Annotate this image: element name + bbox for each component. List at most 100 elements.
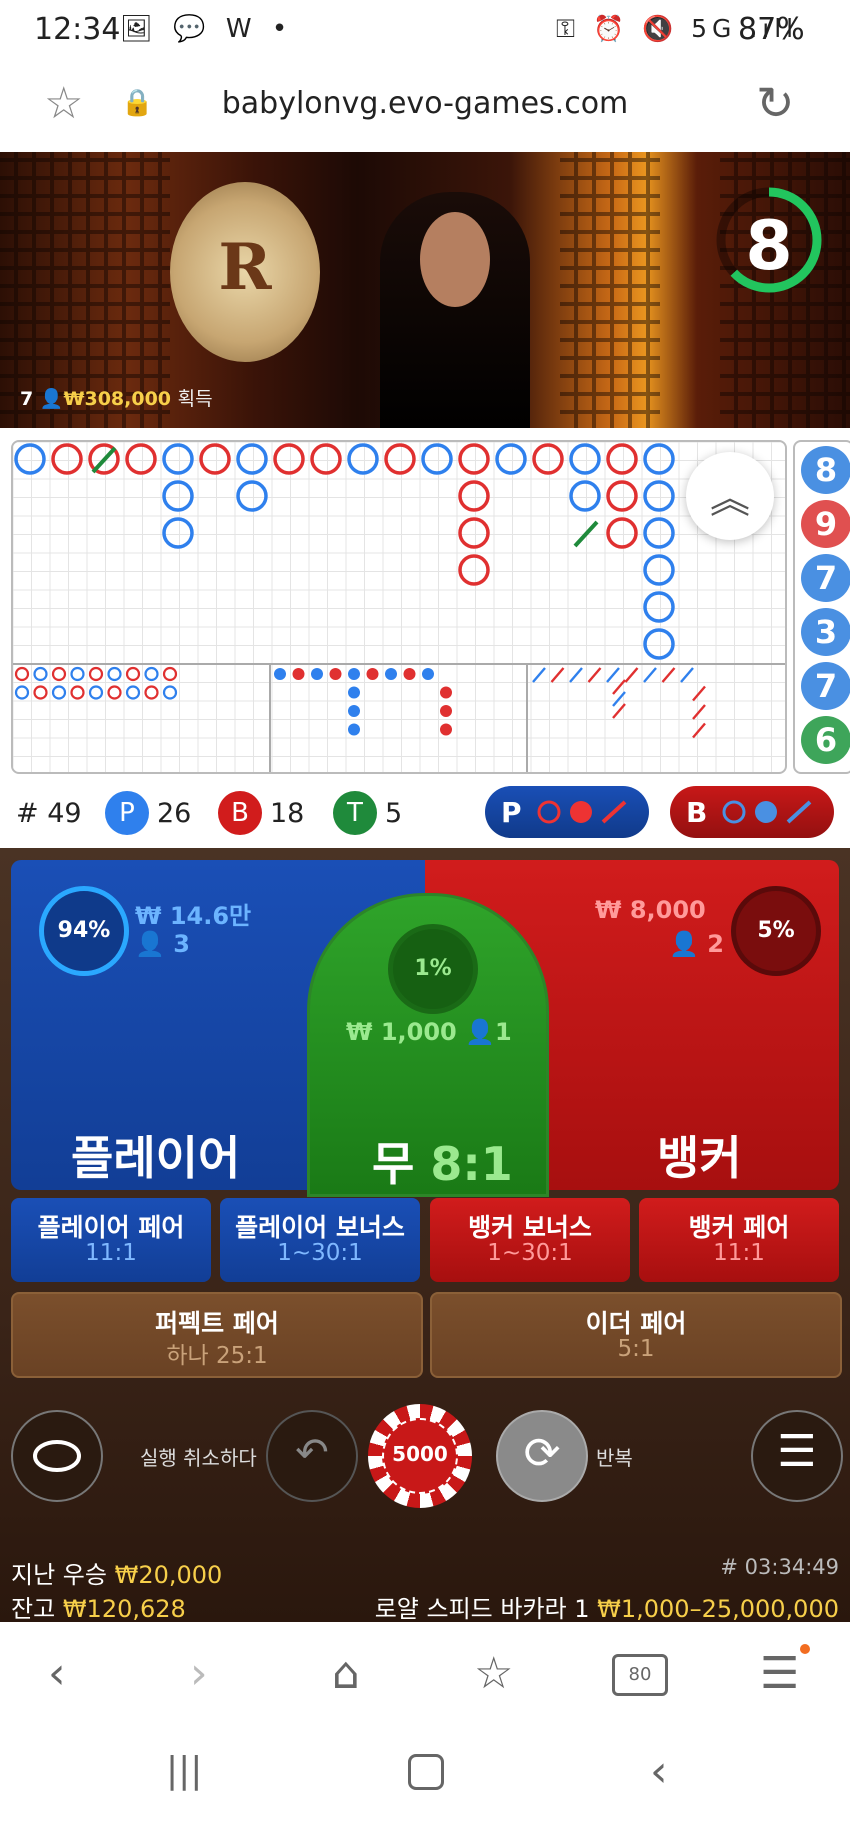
tie-badge: T (333, 791, 377, 835)
round-number: # 49 (16, 798, 82, 829)
banker-predict-button[interactable]: B (670, 786, 834, 838)
player-amount: ₩ 14.6만 (135, 902, 252, 930)
road-mark (51, 443, 83, 475)
clock: 12:34 (34, 12, 121, 47)
road-mark (236, 443, 268, 475)
repeat-icon: ⟳ (523, 1428, 561, 1479)
repeat-button[interactable]: ⟳ (496, 1410, 588, 1502)
tie-percent: 1% (388, 924, 478, 1014)
forward-icon[interactable]: › (190, 1648, 208, 1699)
road-mark (643, 554, 675, 586)
player-users: 👤 3 (135, 930, 190, 958)
banker-pair-bet[interactable]: 뱅커 페어 11:1 (639, 1198, 839, 1282)
tie-amount: ₩ 1,000 👤1 (346, 1018, 512, 1046)
road-mark (606, 480, 638, 512)
roadmap-svg (13, 442, 785, 772)
player-bonus-bet[interactable]: 플레이어 보너스 1~30:1 (220, 1198, 420, 1282)
user-icon: 👤 (465, 1018, 495, 1046)
notification-icons: 🖼 💬 W • (120, 14, 294, 44)
game-id: # 03:34:49 (720, 1555, 839, 1579)
player-percent: 94% (39, 886, 129, 976)
bet-label: 획득 (177, 388, 213, 410)
road-mark (495, 443, 527, 475)
road-mark (458, 517, 490, 549)
home-icon[interactable]: ⌂ (332, 1648, 360, 1699)
tie-odds: 8:1 (430, 1137, 513, 1191)
road-mark (606, 517, 638, 549)
road-mark (643, 628, 675, 660)
back-icon[interactable]: ‹ (48, 1648, 66, 1699)
road-mark (199, 443, 231, 475)
player-pair-bet[interactable]: 플레이어 페어 11:1 (11, 1198, 211, 1282)
road-mark (273, 443, 305, 475)
status-bar: 12:34 🖼 💬 W • ⚿ ⏰ 🔇 5G .ıll 87% (0, 0, 850, 62)
side-result: 7 (801, 662, 850, 710)
banker-bonus-bet[interactable]: 뱅커 보너스 1~30:1 (430, 1198, 630, 1282)
table-info: 로얄 스피드 바카라 1 ₩1,000–25,000,000 (375, 1589, 839, 1624)
road-mark (643, 480, 675, 512)
back-nav-icon[interactable]: ‹ (650, 1746, 668, 1797)
player-label: 플레이어 (71, 1131, 241, 1185)
player-predict-label: P (501, 796, 522, 829)
road-mark (347, 443, 379, 475)
user-icon: 👤 (135, 930, 174, 958)
bet-limits: ₩1,000–25,000,000 (597, 1595, 839, 1623)
road-mark (162, 480, 194, 512)
browser-toolbar: ‹ › ⌂ ☆ 80 ☰ (0, 1622, 850, 1732)
banker-badge: B (218, 791, 262, 835)
chat-button[interactable] (11, 1410, 103, 1502)
hamburger-icon: ☰ (777, 1426, 817, 1477)
undo-button[interactable]: ↶ (266, 1410, 358, 1502)
road-mark (532, 443, 564, 475)
predict-icons (722, 800, 812, 824)
side-result: 6 (801, 716, 850, 764)
side-result: 8 (801, 446, 850, 494)
road-mark (458, 480, 490, 512)
chevron-up-icon: ︽ (710, 476, 750, 522)
predict-icons (537, 800, 627, 824)
side-result: 7 (801, 554, 850, 602)
roadmap-grid[interactable] (11, 440, 787, 774)
chip-selector[interactable]: 5000 (368, 1404, 472, 1508)
road-mark (162, 517, 194, 549)
banker-predict-label: B (686, 796, 708, 829)
tie-bet-area[interactable]: 1% ₩ 1,000 👤1 무 8:1 (307, 893, 549, 1197)
bookmarks-icon[interactable]: ☆ (474, 1648, 513, 1699)
undo-label: 실행 취소하다 (140, 1446, 257, 1470)
url-text[interactable]: babylonvg.evo-games.com (0, 86, 850, 121)
total-bets: 7 👤₩308,000 획득 (20, 384, 213, 411)
road-mark (162, 443, 194, 475)
last-win: 지난 우승 ₩20,000 (11, 1561, 223, 1589)
player-predict-button[interactable]: P (485, 786, 649, 838)
home-nav-icon[interactable] (408, 1754, 444, 1790)
battery-level: 87% (738, 12, 805, 47)
road-mark (384, 443, 416, 475)
road-mark (606, 443, 638, 475)
expand-roadmap-button[interactable]: ︽ (686, 452, 774, 540)
result-history: 8 9 7 3 7 6 (793, 440, 850, 774)
bet-count: 7 (20, 388, 34, 410)
road-mark (458, 443, 490, 475)
menu-button[interactable]: ☰ (751, 1410, 843, 1502)
recent-apps-icon[interactable]: ||| (166, 1750, 202, 1791)
road-mark (125, 443, 157, 475)
player-count: 26 (157, 798, 192, 829)
road-mark (643, 517, 675, 549)
player-badge: P (105, 791, 149, 835)
users-icon: 👤 (39, 388, 64, 410)
road-mark (643, 443, 675, 475)
either-pair-bet[interactable]: 이더 페어 5:1 (430, 1292, 842, 1378)
notification-dot (800, 1644, 810, 1654)
road-mark (643, 591, 675, 623)
banker-label: 뱅커 (657, 1131, 742, 1185)
balance: 잔고 ₩120,628 (11, 1595, 186, 1623)
perfect-pair-bet[interactable]: 퍼펙트 페어 하나 25:1 (11, 1292, 423, 1378)
road-mark (421, 443, 453, 475)
road-mark (569, 443, 601, 475)
browser-menu-icon[interactable]: ☰ (760, 1648, 799, 1699)
tabs-icon[interactable]: 80 (612, 1654, 668, 1696)
chip-value: 5000 (392, 1442, 448, 1466)
countdown-number: 8 (745, 207, 793, 286)
reload-icon[interactable]: ↻ (756, 76, 795, 130)
side-result: 3 (801, 608, 850, 656)
